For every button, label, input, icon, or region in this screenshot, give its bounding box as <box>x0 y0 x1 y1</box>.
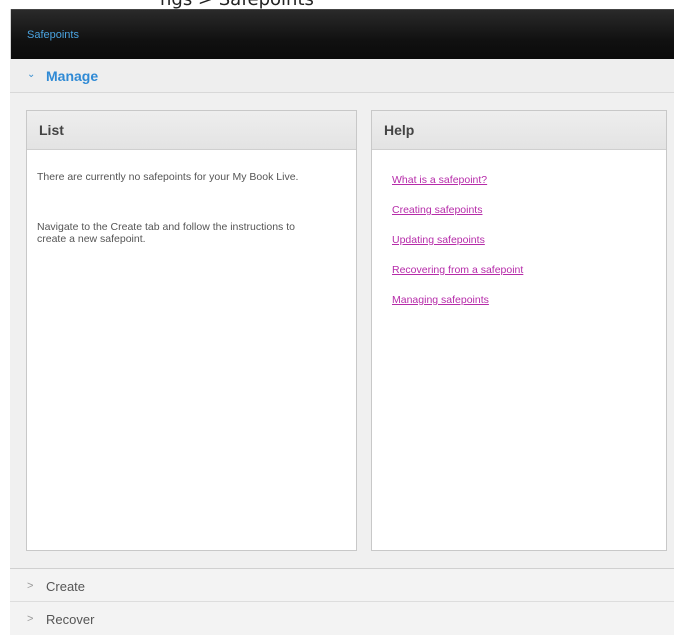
create-instructions-message: Navigate to the Create tab and follow th… <box>37 221 295 245</box>
manage-section-label: Manage <box>46 68 99 84</box>
no-safepoints-message: There are currently no safepoints for yo… <box>37 171 299 183</box>
chevron-right-icon: > <box>27 613 34 625</box>
create-section-label: Create <box>46 579 86 594</box>
chevron-down-icon: ⌄ <box>27 69 36 80</box>
list-panel-title: List <box>39 122 64 138</box>
help-link-creating-safepoints[interactable]: Creating safepoints <box>392 204 482 216</box>
manage-section-header[interactable]: ⌄ Manage <box>10 59 674 93</box>
help-panel-title: Help <box>384 122 415 138</box>
help-panel-header: Help <box>372 111 666 150</box>
chevron-right-icon: > <box>27 580 34 592</box>
create-section-header[interactable]: > Create <box>10 568 674 602</box>
help-link-updating-safepoints[interactable]: Updating safepoints <box>392 234 485 246</box>
recover-section-label: Recover <box>46 612 95 627</box>
help-panel: Help What is a safepoint? Creating safep… <box>371 110 667 551</box>
help-link-managing-safepoints[interactable]: Managing safepoints <box>392 294 489 306</box>
window-title: Safepoints <box>27 29 79 41</box>
list-panel-header: List <box>27 111 356 150</box>
help-link-what-is-safepoint[interactable]: What is a safepoint? <box>392 174 487 186</box>
window-titlebar: Safepoints <box>10 9 674 60</box>
list-panel: List There are currently no safepoints f… <box>26 110 357 551</box>
recover-section-header[interactable]: > Recover <box>10 602 674 635</box>
help-link-recovering-from-safepoint[interactable]: Recovering from a safepoint <box>392 264 523 276</box>
